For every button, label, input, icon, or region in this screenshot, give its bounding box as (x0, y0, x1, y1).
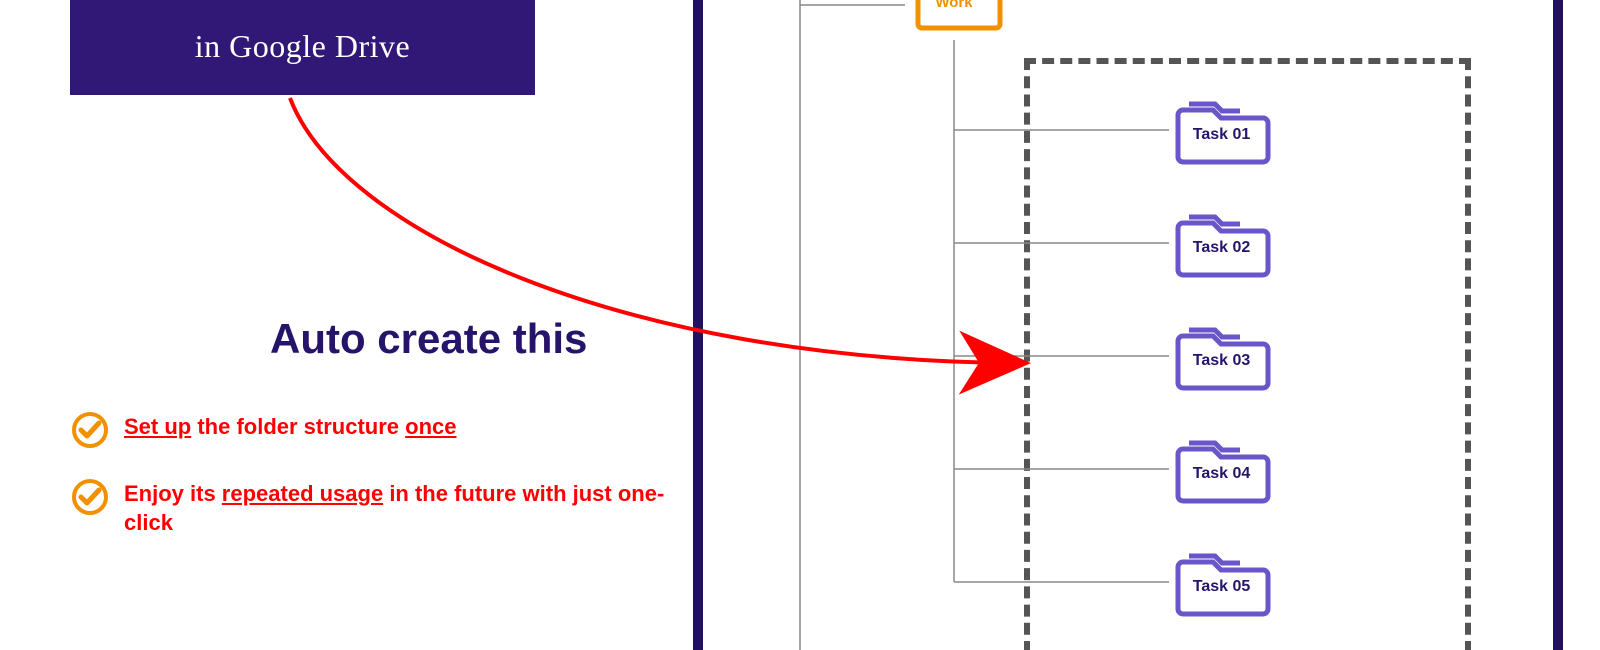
connectors-overlay (0, 0, 1600, 650)
arrow-icon (290, 98, 1015, 363)
diagram-canvas: in Google Drive Auto create this Set up … (0, 0, 1600, 650)
